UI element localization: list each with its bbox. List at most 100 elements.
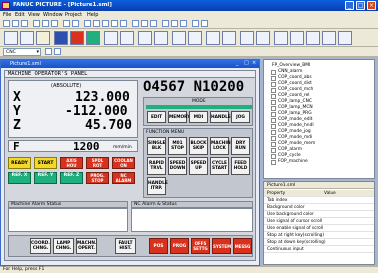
button-tool-icon[interactable] (70, 31, 84, 45)
save-icon[interactable] (21, 20, 28, 27)
single-block-button[interactable]: SINGLE BLK (147, 137, 166, 155)
property-row[interactable]: Background color (264, 204, 374, 211)
help-icon[interactable] (201, 20, 208, 27)
tree-root[interactable]: FP_Overview_BMI (272, 63, 310, 68)
image-tool-icon[interactable] (306, 31, 320, 45)
graph-tool-icon[interactable] (138, 31, 152, 45)
table-tool-icon[interactable] (188, 31, 202, 45)
alarm-tool-icon[interactable] (154, 31, 168, 45)
tree-item[interactable]: CNN_alarm (278, 69, 302, 74)
line-tool-icon[interactable] (322, 31, 336, 45)
paste-icon[interactable] (51, 20, 58, 27)
menu-project[interactable]: Project (65, 12, 82, 18)
numeric-tool-icon[interactable] (104, 31, 118, 45)
zoom-in-icon[interactable] (141, 20, 148, 27)
property-row[interactable]: Continuous input (264, 246, 374, 253)
mode-memory-button[interactable]: MEMORY (168, 111, 190, 123)
tree-item[interactable]: COP_mode_hndl (278, 123, 314, 128)
tree-item[interactable]: COP_lamp_CNC (278, 99, 312, 104)
list-tool-icon[interactable] (256, 31, 270, 45)
tree-item[interactable]: COP_coord_dist (278, 81, 312, 86)
machine-operation-button[interactable]: MACHN. OPERT. (76, 238, 97, 254)
prog-softkey[interactable]: PROG (170, 238, 189, 254)
m01-stop-button[interactable]: M01 STOP (168, 137, 187, 155)
tree-item[interactable]: COP_cycle (278, 153, 301, 158)
lamp-change-button[interactable]: LAMP CHNG. (53, 238, 74, 254)
cnc-select[interactable]: CNC ▾ (3, 48, 41, 56)
align-bottom-icon[interactable] (120, 20, 127, 27)
close-button[interactable]: × (367, 1, 376, 10)
open-icon[interactable] (12, 20, 19, 27)
slider-tool-icon[interactable] (222, 31, 236, 45)
build-icon[interactable] (162, 20, 169, 27)
system-softkey[interactable]: SYSTEM (212, 238, 231, 254)
property-row[interactable]: Use background color (264, 211, 374, 218)
rapid-traverse-button[interactable]: RAPID TRVL (147, 157, 166, 175)
align-center-icon[interactable] (93, 20, 100, 27)
redo-icon[interactable] (72, 20, 79, 27)
menu-help[interactable]: Help (87, 12, 98, 18)
mode-handle-button[interactable]: HANDLE (210, 111, 231, 123)
offset-setting-softkey[interactable]: OFFS SETTG (191, 238, 210, 254)
child-maximize-button[interactable]: □ (244, 60, 249, 66)
fault-history-button[interactable]: FAULT HIST. (115, 238, 136, 254)
shape-tool-icon[interactable] (338, 31, 352, 45)
frame-tool-icon[interactable] (54, 31, 68, 45)
menu-file[interactable]: File (3, 12, 11, 18)
tree-item[interactable]: COP_mode_mem (278, 141, 315, 146)
handle-interrupt-button[interactable]: HANDLE ITRP. (147, 177, 168, 195)
bar-tool-icon[interactable] (120, 31, 134, 45)
align-top-icon[interactable] (111, 20, 118, 27)
pos-softkey[interactable]: POS (149, 238, 168, 254)
property-row[interactable]: Use enable signal of scroll (264, 225, 374, 232)
tab-tool-icon[interactable] (240, 31, 254, 45)
speed-up-button[interactable]: SPEED UP (189, 157, 208, 175)
layer-icon[interactable] (192, 20, 199, 27)
text-tool-icon[interactable] (20, 31, 34, 45)
grid-icon[interactable] (132, 20, 139, 27)
tree-item[interactable]: COP_mode_mdi (278, 135, 312, 140)
tree-item[interactable]: FOP_machine (278, 159, 308, 164)
cycle-start-button[interactable]: CYCLE START (210, 157, 229, 175)
menu-view[interactable]: View (28, 12, 40, 18)
undo-icon[interactable] (63, 20, 70, 27)
new-icon[interactable] (3, 20, 10, 27)
property-row[interactable]: Use signal of cursor scroll (264, 218, 374, 225)
message-softkey[interactable]: MESSG (233, 238, 252, 254)
minimize-button[interactable]: _ (345, 1, 354, 10)
zoom-out-icon[interactable] (150, 20, 157, 27)
speed-down-button[interactable]: SPEED DOWN (168, 157, 187, 175)
machine-lock-button[interactable]: MACHIN LOCK (210, 137, 231, 155)
align-right-icon[interactable] (102, 20, 109, 27)
edit-tool-icon[interactable] (290, 31, 304, 45)
bitmap-tool-icon[interactable] (172, 31, 186, 45)
dry-run-button[interactable]: DRY RUN (231, 137, 250, 155)
stop-icon[interactable] (180, 20, 187, 27)
label-tool-icon[interactable] (36, 31, 50, 45)
cut-icon[interactable] (33, 20, 40, 27)
block-skip-button[interactable]: BLOCK SKIP (189, 137, 208, 155)
check-tool-icon[interactable] (274, 31, 288, 45)
property-row[interactable]: Stop at right key(scrolling) (264, 232, 374, 239)
tree-item[interactable]: COP_coord_rel (278, 93, 310, 98)
tree-item[interactable]: COP_lamp_PRG (278, 111, 312, 116)
pointer-tool-icon[interactable] (4, 31, 18, 45)
feed-hold-button[interactable]: FEED HOLD (231, 157, 250, 175)
tree-item[interactable]: COP_coord_mch (278, 87, 313, 92)
run-icon[interactable] (171, 20, 178, 27)
tree-item[interactable]: COP_alarm (278, 147, 302, 152)
maximize-button[interactable]: □ (356, 1, 365, 10)
menu-window[interactable]: Window (43, 12, 63, 18)
tree-item[interactable]: COP_mode_edit (278, 117, 312, 122)
coord-change-button[interactable]: COORD. CHNG. (30, 238, 51, 254)
copy-icon[interactable] (42, 20, 49, 27)
child-close-button[interactable]: × (252, 60, 256, 66)
property-row[interactable]: Stop at down key(scrolling) (264, 239, 374, 246)
mode-mdi-button[interactable]: MDI (189, 111, 208, 123)
tree-item[interactable]: COP_mode_jog (278, 129, 311, 134)
child-minimize-button[interactable]: _ (236, 60, 239, 66)
property-row[interactable]: Tab index (264, 197, 374, 204)
settings-icon[interactable] (45, 48, 52, 55)
preview-icon[interactable] (54, 48, 61, 55)
menu-edit[interactable]: Edit (15, 12, 25, 18)
